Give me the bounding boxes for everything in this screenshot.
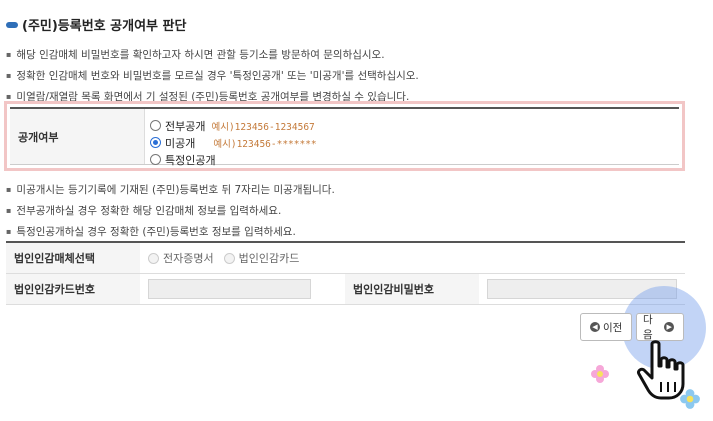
radio-full-disclosure[interactable]	[150, 120, 161, 131]
note-item: 미공개시는 등기기록에 기재된 (주민)등록번호 뒤 7자리는 미공개됩니다.	[6, 180, 334, 201]
option-full-disclosure-label: 전부공개	[165, 119, 206, 133]
option-specific-disclosure[interactable]: 특정인공개	[150, 151, 317, 168]
section-header: (주민)등록번호 공개여부 판단	[6, 15, 186, 34]
medium-select-options: 전자증명서 법인인감카드	[140, 243, 685, 273]
card-number-label: 법인인감카드번호	[6, 274, 140, 304]
card-number-cell	[140, 274, 345, 304]
chevron-right-icon: ▶	[664, 322, 674, 332]
disclosure-label: 공개여부	[10, 109, 145, 164]
note-item: 전부공개하실 경우 정확한 해당 인감매체 정보를 입력하세요.	[6, 201, 335, 222]
medium-select-label: 법인인감매체선택	[6, 243, 140, 273]
table-row: 법인인감카드번호 법인인감비밀번호	[6, 274, 685, 305]
notes-top: 해당 인감매체 비밀번호를 확인하고자 하시면 관할 등기소를 방문하여 문의하…	[6, 45, 419, 108]
table-row: 법인인감매체선택 전자증명서 법인인감카드	[6, 243, 685, 274]
option-non-disclosure-example: 예시)123456-*******	[213, 138, 317, 150]
radio-electronic-certificate[interactable]	[148, 252, 159, 264]
radio-specific-disclosure[interactable]	[150, 154, 161, 165]
chevron-left-icon: ◀	[590, 322, 600, 332]
option-full-disclosure-example: 예시)123456-1234567	[211, 121, 315, 133]
card-number-input[interactable]	[148, 279, 311, 299]
seal-medium-table: 법인인감매체선택 전자증명서 법인인감카드 법인인감카드번호 법인인감비밀번호	[6, 241, 685, 305]
radio-seal-card[interactable]	[223, 252, 235, 264]
notes-bottom: 미공개시는 등기기록에 기재된 (주민)등록번호 뒤 7자리는 미공개됩니다. …	[6, 180, 335, 243]
prev-button-label: 이전	[603, 321, 623, 334]
option-seal-card[interactable]: 법인인감카드	[223, 250, 300, 266]
radio-non-disclosure[interactable]	[150, 137, 161, 148]
option-full-disclosure[interactable]: 전부공개 예시)123456-1234567	[150, 117, 317, 134]
prev-button[interactable]: ◀ 이전	[580, 313, 632, 341]
disclosure-selection-box: 공개여부 전부공개 예시)123456-1234567 미공개 예시)12345…	[4, 101, 685, 171]
pink-flower-icon	[591, 365, 609, 383]
hand-pointer-icon	[637, 340, 685, 400]
option-seal-card-label: 법인인감카드	[238, 252, 300, 265]
disclosure-row: 공개여부 전부공개 예시)123456-1234567 미공개 예시)12345…	[10, 107, 679, 168]
note-item: 특정인공개하실 경우 정확한 (주민)등록번호 정보를 입력하세요.	[6, 222, 335, 243]
next-button[interactable]: 다음 ▶	[636, 313, 684, 341]
note-item: 정확한 인감매체 번호와 비밀번호를 모르실 경우 '특정인공개' 또는 '미공…	[6, 66, 418, 87]
option-non-disclosure[interactable]: 미공개 예시)123456-*******	[150, 134, 317, 151]
password-label: 법인인감비밀번호	[345, 274, 479, 304]
option-non-disclosure-label: 미공개	[165, 136, 196, 150]
option-electronic-certificate-label: 전자증명서	[163, 252, 214, 265]
title-bullet-icon	[6, 21, 18, 28]
option-electronic-certificate[interactable]: 전자증명서	[148, 250, 214, 266]
disclosure-options: 전부공개 예시)123456-1234567 미공개 예시)123456-***…	[150, 117, 317, 168]
next-button-label: 다음	[643, 314, 653, 341]
page-title: (주민)등록번호 공개여부 판단	[22, 19, 187, 34]
option-specific-disclosure-label: 특정인공개	[165, 153, 216, 167]
note-item: 해당 인감매체 비밀번호를 확인하고자 하시면 관할 등기소를 방문하여 문의하…	[6, 45, 419, 66]
